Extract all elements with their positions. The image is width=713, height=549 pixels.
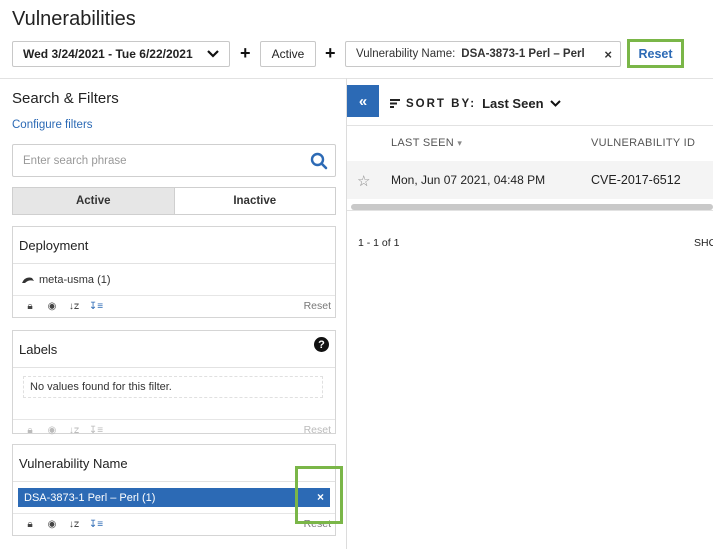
panel-title-label: Labels	[19, 341, 58, 357]
toggle-active[interactable]: Active	[13, 188, 175, 214]
star-icon[interactable]: ☆	[357, 172, 370, 190]
lock-icon[interactable]: 🔒︎	[19, 299, 41, 315]
reset-button[interactable]: Reset	[627, 39, 684, 68]
add-filter-icon[interactable]: +	[240, 43, 251, 64]
panel-toolbar: 🔒︎ ◉ ↓𝗓 ↧≡ Reset	[13, 295, 335, 317]
active-filter-label: Active	[271, 47, 305, 61]
panel-title: Vulnerability Name	[13, 445, 335, 482]
page-title: Vulnerabilities	[12, 8, 136, 30]
labels-filter-panel: Labels ? No values found for this filter…	[12, 330, 336, 436]
empty-message: No values found for this filter.	[23, 376, 323, 398]
column-header-vulnerability-id[interactable]: VULNERABILITY ID	[591, 137, 695, 149]
panel-toolbar: 🔒︎ ◉ ↓𝗓 ↧≡ Reset	[13, 513, 335, 535]
eye-icon: ◉	[47, 425, 57, 436]
panel-body: DSA-3873-1 Perl – Perl (1) ×	[13, 482, 335, 513]
lock-icon[interactable]: 🔒︎	[19, 517, 41, 533]
selected-filter-value[interactable]: DSA-3873-1 Perl – Perl (1) ×	[18, 488, 330, 507]
panel-reset-link: Reset	[303, 424, 331, 436]
vulnerability-name-filter-panel: Vulnerability Name DSA-3873-1 Perl – Per…	[12, 444, 336, 536]
search-box	[12, 144, 336, 177]
toggle-inactive[interactable]: Inactive	[175, 188, 336, 214]
panel-reset-link[interactable]: Reset	[304, 300, 331, 312]
deployment-filter-panel: Deployment meta-usma (1) 🔒︎ ◉ ↓𝗓 ↧≡ Rese…	[12, 226, 336, 318]
sort-icon	[390, 99, 400, 108]
eye-icon[interactable]: ◉	[41, 517, 63, 533]
results-pane: « SORT BY: Last Seen LAST SEEN ▾ VULNERA…	[347, 79, 713, 549]
filter-value-label: DSA-3873-1 Perl – Perl	[461, 48, 585, 60]
search-icon[interactable]	[310, 152, 328, 170]
eye-icon[interactable]: ◉	[41, 299, 63, 315]
vulnerability-id-cell: CVE-2017-6512	[591, 173, 681, 187]
active-filter-chip[interactable]: Active	[260, 41, 316, 67]
close-icon[interactable]: ×	[604, 47, 612, 62]
filter-option[interactable]: meta-usma (1)	[13, 264, 335, 295]
panel-toolbar: 🔒︎ ◉ ↓𝗓 ↧≡ Reset	[13, 419, 335, 441]
date-range-select[interactable]: Wed 3/24/2021 - Tue 6/22/2021	[12, 41, 230, 67]
sort-count-icon[interactable]: ↧≡	[85, 299, 107, 315]
date-range-label: Wed 3/24/2021 - Tue 6/22/2021	[23, 47, 193, 61]
show-selector-label: SHO	[694, 237, 713, 249]
sort-count-icon: ↧≡	[88, 425, 104, 436]
filter-option-label: meta-usma (1)	[39, 273, 111, 286]
sort-by-control[interactable]: SORT BY: Last Seen	[390, 96, 561, 111]
sort-by-value: Last Seen	[482, 96, 544, 111]
configure-filters-link[interactable]: Configure filters	[12, 119, 93, 131]
lock-icon: 🔒︎	[27, 425, 33, 436]
sort-by-label: SORT BY:	[406, 97, 477, 110]
cluster-icon	[22, 277, 34, 283]
highlight-box	[295, 466, 343, 524]
column-header-label: LAST SEEN	[391, 137, 455, 149]
sort-alpha-icon[interactable]: ↓𝗓	[63, 299, 85, 315]
status-toggle: Active Inactive	[12, 187, 336, 215]
scroll-divider	[347, 210, 713, 211]
collapse-sidebar-button[interactable]: «	[347, 85, 379, 117]
chevron-down-icon	[549, 100, 561, 107]
help-icon[interactable]: ?	[314, 337, 329, 352]
add-filter-icon[interactable]: +	[325, 43, 336, 64]
table-row[interactable]: ☆ Mon, Jun 07 2021, 04:48 PM CVE-2017-65…	[347, 161, 713, 199]
sidebar-title: Search & Filters	[12, 90, 119, 107]
last-seen-cell: Mon, Jun 07 2021, 04:48 PM	[391, 173, 546, 187]
vulnerability-name-filter-chip[interactable]: Vulnerability Name: DSA-3873-1 Perl – Pe…	[345, 41, 621, 67]
sort-alpha-icon: ↓𝗓	[68, 425, 80, 436]
pagination-info: 1 - 1 of 1	[358, 237, 400, 249]
filter-key-label: Vulnerability Name:	[356, 48, 456, 60]
chevron-down-icon	[207, 50, 219, 58]
search-input[interactable]	[13, 145, 293, 176]
panel-body: No values found for this filter.	[13, 376, 335, 419]
panel-title: Labels ?	[13, 331, 335, 368]
sort-alpha-icon[interactable]: ↓𝗓	[63, 517, 85, 533]
panel-title: Deployment	[13, 227, 335, 264]
selected-filter-label: DSA-3873-1 Perl – Perl (1)	[24, 491, 156, 504]
sort-desc-icon: ▾	[457, 138, 463, 148]
sort-count-icon[interactable]: ↧≡	[85, 517, 107, 533]
table-divider	[347, 125, 713, 126]
column-header-last-seen[interactable]: LAST SEEN ▾	[391, 137, 462, 149]
